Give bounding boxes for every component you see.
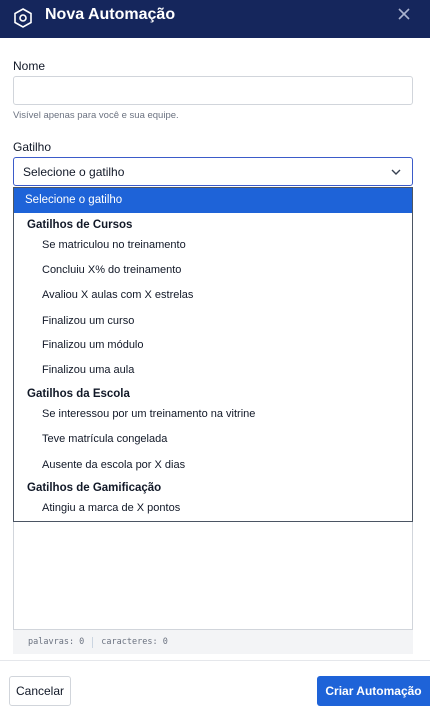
description-textarea[interactable] bbox=[13, 522, 413, 630]
name-field[interactable] bbox=[13, 76, 413, 105]
chevron-down-icon bbox=[391, 169, 401, 175]
dropdown-option[interactable]: Avaliou X aulas com X estrelas bbox=[42, 289, 193, 301]
dropdown-option[interactable]: Ausente da escola por X dias bbox=[42, 459, 185, 471]
name-label: Nome bbox=[13, 59, 46, 73]
counter-divider bbox=[92, 636, 94, 648]
group-label-gamificacao: Gatilhos de Gamificação bbox=[27, 482, 162, 494]
counter-bar: palavras: 0 caracteres: 0 bbox=[13, 630, 413, 654]
char-count: caracteres: 0 bbox=[101, 637, 168, 647]
close-icon[interactable] bbox=[396, 6, 412, 22]
dropdown-option[interactable]: Se matriculou no treinamento bbox=[42, 239, 186, 251]
group-label-cursos: Gatilhos de Cursos bbox=[27, 219, 133, 231]
name-hint: Visível apenas para você e sua equipe. bbox=[13, 110, 179, 121]
cancel-button[interactable]: Cancelar bbox=[9, 676, 71, 706]
dropdown-option[interactable]: Finalizou uma aula bbox=[42, 364, 134, 376]
dropdown-option[interactable]: Concluiu X% do treinamento bbox=[42, 264, 181, 276]
dropdown-option[interactable]: Atingiu a marca de X pontos bbox=[42, 502, 180, 514]
trigger-dropdown: Selecione o gatilho Gatilhos de Cursos S… bbox=[13, 187, 413, 522]
footer-divider bbox=[0, 660, 430, 661]
create-automation-button[interactable]: Criar Automação bbox=[317, 676, 430, 706]
group-label-escola: Gatilhos da Escola bbox=[27, 388, 130, 400]
dropdown-option[interactable]: Teve matrícula congelada bbox=[42, 433, 167, 445]
word-count: palavras: 0 bbox=[28, 637, 85, 647]
trigger-label: Gatilho bbox=[13, 140, 52, 154]
trigger-select[interactable]: Selecione o gatilho bbox=[13, 157, 413, 186]
trigger-select-value: Selecione o gatilho bbox=[23, 164, 125, 179]
dropdown-option[interactable]: Finalizou um curso bbox=[42, 315, 134, 327]
modal-title: Nova Automação bbox=[45, 6, 176, 23]
hexagon-gear-icon bbox=[14, 8, 32, 28]
modal-header: Nova Automação bbox=[0, 0, 430, 38]
dropdown-option[interactable]: Se interessou por um treinamento na vitr… bbox=[42, 408, 255, 420]
dropdown-option[interactable]: Finalizou um módulo bbox=[42, 339, 144, 351]
dropdown-option-placeholder[interactable]: Selecione o gatilho bbox=[14, 188, 412, 213]
